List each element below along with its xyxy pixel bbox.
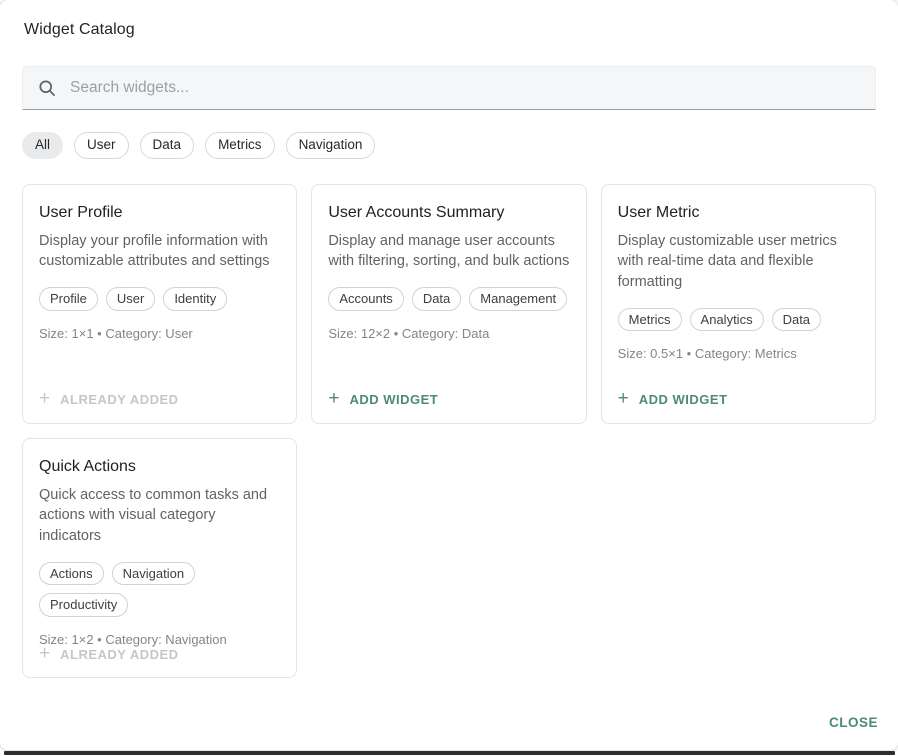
- widget-tag: Identity: [163, 287, 227, 311]
- widget-grid: User Profile Display your profile inform…: [22, 184, 876, 678]
- widget-tag: Analytics: [690, 308, 764, 332]
- widget-tag: Accounts: [328, 287, 403, 311]
- widget-tag: Data: [412, 287, 461, 311]
- widget-card-user-metric: User Metric Display customizable user me…: [601, 184, 876, 424]
- dialog-title: Widget Catalog: [24, 21, 874, 39]
- widget-tag: Data: [772, 308, 821, 332]
- add-widget-button[interactable]: + ADD WIDGET: [328, 392, 569, 407]
- widget-tag: User: [106, 287, 155, 311]
- search-input[interactable]: [70, 79, 861, 97]
- action-label: ADD WIDGET: [639, 392, 728, 407]
- add-widget-button[interactable]: + ADD WIDGET: [618, 392, 859, 407]
- widget-catalog-dialog: Widget Catalog All User Data Metrics Nav…: [0, 0, 898, 750]
- widget-description: Quick access to common tasks and actions…: [39, 485, 280, 547]
- filter-chip-data[interactable]: Data: [140, 132, 195, 159]
- widget-card-user-profile: User Profile Display your profile inform…: [22, 184, 297, 424]
- widget-title: User Accounts Summary: [328, 204, 569, 222]
- widget-description: Display and manage user accounts with fi…: [328, 231, 569, 272]
- filter-chip-navigation[interactable]: Navigation: [286, 132, 376, 159]
- plus-icon: +: [618, 392, 629, 406]
- action-label: ALREADY ADDED: [60, 392, 178, 407]
- widget-description: Display customizable user metrics with r…: [618, 231, 859, 293]
- plus-icon: +: [39, 392, 50, 406]
- widget-title: User Profile: [39, 204, 280, 222]
- category-filter-row: All User Data Metrics Navigation: [22, 132, 876, 159]
- widget-tag: Profile: [39, 287, 98, 311]
- widget-tags: Profile User Identity: [39, 287, 280, 311]
- action-label: ADD WIDGET: [349, 392, 438, 407]
- widget-tag: Management: [469, 287, 567, 311]
- search-bar: [22, 66, 876, 110]
- already-added-button: + ALREADY ADDED: [39, 392, 280, 407]
- plus-icon: +: [39, 647, 50, 661]
- widget-tags: Actions Navigation Productivity: [39, 562, 280, 617]
- filter-chip-metrics[interactable]: Metrics: [205, 132, 275, 159]
- widget-description: Display your profile information with cu…: [39, 231, 280, 272]
- close-button[interactable]: CLOSE: [825, 709, 882, 736]
- filter-chip-all[interactable]: All: [22, 132, 63, 159]
- dialog-header: Widget Catalog: [0, 0, 898, 39]
- widget-tag: Metrics: [618, 308, 682, 332]
- widget-size-category: Size: 0.5×1 • Category: Metrics: [618, 346, 859, 361]
- widget-size-category: Size: 1×1 • Category: User: [39, 326, 280, 341]
- widget-size-category: Size: 12×2 • Category: Data: [328, 326, 569, 341]
- background-page-edge: [4, 751, 895, 755]
- widget-tag: Navigation: [112, 562, 195, 586]
- already-added-button: + ALREADY ADDED: [39, 647, 280, 662]
- action-label: ALREADY ADDED: [60, 647, 178, 662]
- filter-chip-user[interactable]: User: [74, 132, 129, 159]
- dialog-footer: CLOSE: [0, 709, 898, 750]
- widget-title: Quick Actions: [39, 458, 280, 476]
- widget-title: User Metric: [618, 204, 859, 222]
- widget-card-user-accounts-summary: User Accounts Summary Display and manage…: [311, 184, 586, 424]
- widget-tags: Accounts Data Management: [328, 287, 569, 311]
- search-icon: [37, 78, 57, 98]
- widget-tag: Productivity: [39, 593, 128, 617]
- plus-icon: +: [328, 392, 339, 406]
- widget-tag: Actions: [39, 562, 104, 586]
- widget-card-quick-actions: Quick Actions Quick access to common tas…: [22, 438, 297, 678]
- widget-size-category: Size: 1×2 • Category: Navigation: [39, 632, 280, 647]
- widget-tags: Metrics Analytics Data: [618, 308, 859, 332]
